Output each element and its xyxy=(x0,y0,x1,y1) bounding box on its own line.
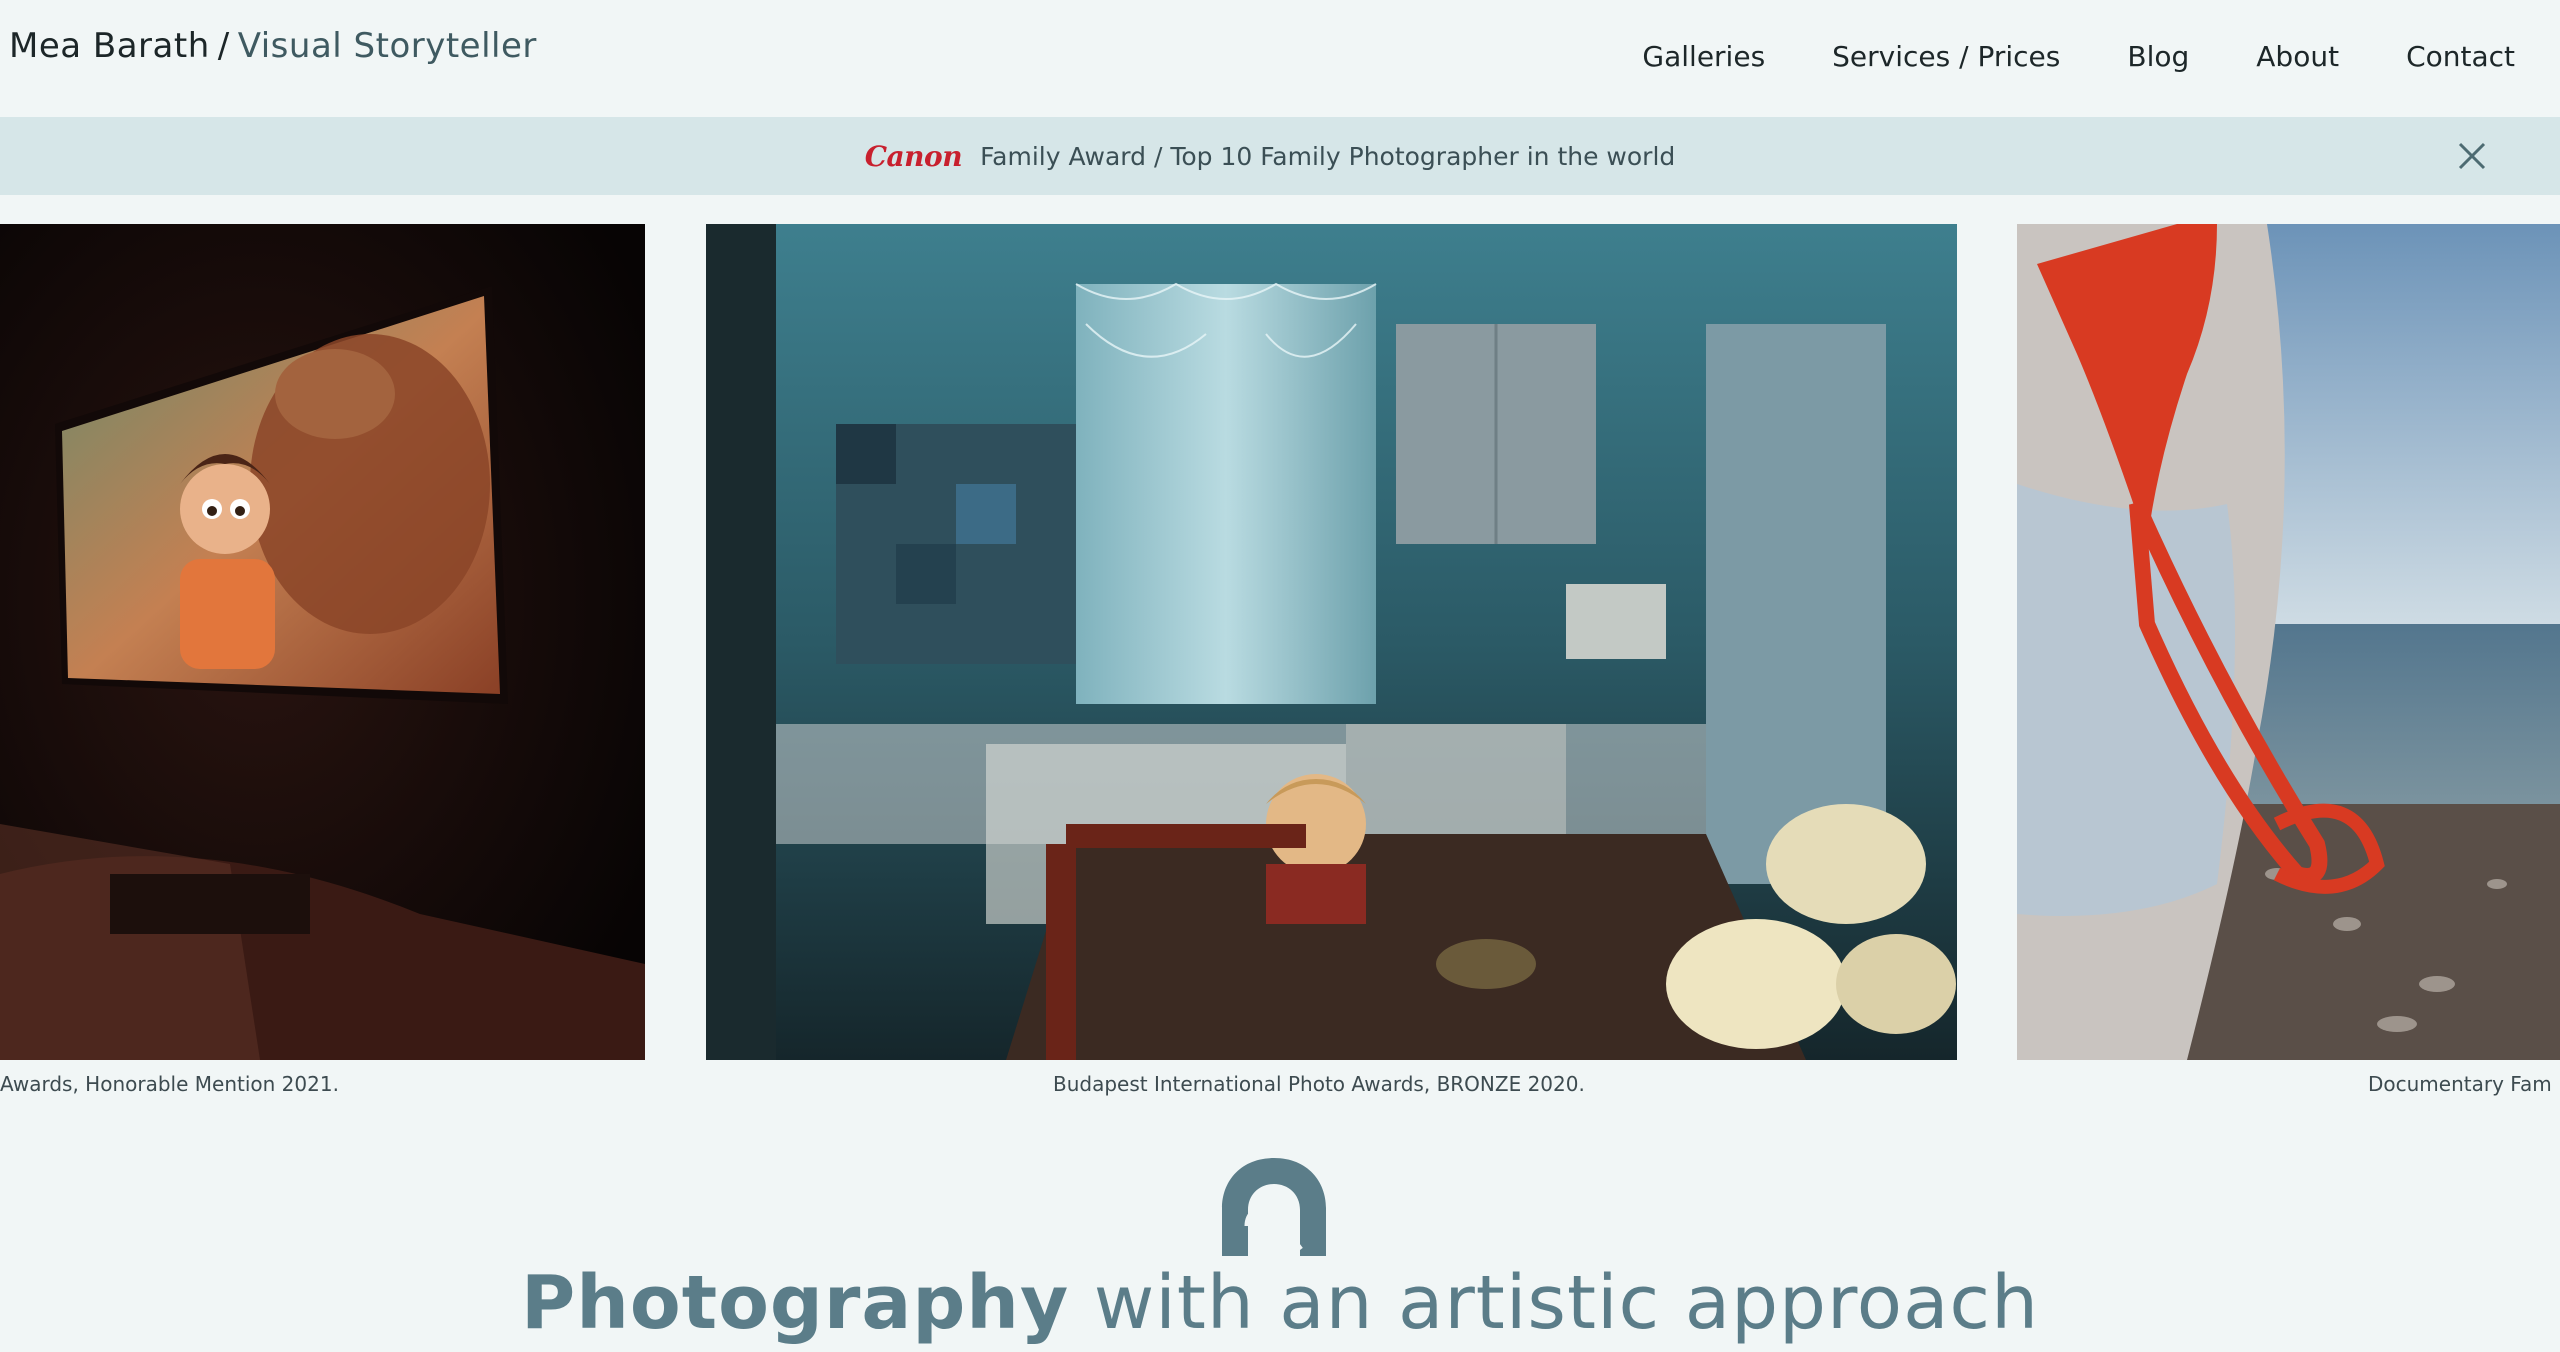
site-brand[interactable]: Mea Barath / Visual Storyteller xyxy=(9,26,537,66)
brand-separator: / xyxy=(217,26,230,66)
close-icon[interactable] xyxy=(2456,140,2488,172)
award-text: Family Award / Top 10 Family Photographe… xyxy=(980,141,1676,171)
nav-contact[interactable]: Contact xyxy=(2406,40,2515,73)
photo-gallery: Awards, Honorable Mention 2021. Budapest… xyxy=(0,224,2560,1104)
nav-services-prices[interactable]: Services / Prices xyxy=(1832,40,2060,73)
photo-caption: Awards, Honorable Mention 2021. xyxy=(0,1072,339,1096)
section-headline: Photography with an artistic approach xyxy=(0,1260,2560,1346)
headline-rest: with an artistic approach xyxy=(1093,1260,2040,1346)
gallery-photo-kitchen[interactable] xyxy=(706,224,1957,1060)
site-header: Mea Barath / Visual Storyteller Galleries … xyxy=(0,0,2560,117)
brand-name: Mea Barath xyxy=(9,26,210,66)
photo-caption: Documentary Fam xyxy=(2368,1072,2552,1096)
heron-logo-icon xyxy=(1218,1154,1330,1260)
gallery-photo-tv[interactable] xyxy=(0,224,645,1060)
canon-logo: Canon xyxy=(864,139,963,173)
main-nav: Galleries Services / Prices Blog About C… xyxy=(1575,40,2515,73)
brand-tagline: Visual Storyteller xyxy=(237,26,537,66)
nav-about[interactable]: About xyxy=(2256,40,2339,73)
gallery-photo-beach[interactable] xyxy=(2017,224,2560,1060)
headline-bold: Photography xyxy=(520,1260,1070,1346)
nav-blog[interactable]: Blog xyxy=(2127,40,2189,73)
award-banner: Canon Family Award / Top 10 Family Photo… xyxy=(0,117,2560,195)
photo-caption: Budapest International Photo Awards, BRO… xyxy=(1053,1072,1585,1096)
nav-galleries[interactable]: Galleries xyxy=(1642,40,1765,73)
